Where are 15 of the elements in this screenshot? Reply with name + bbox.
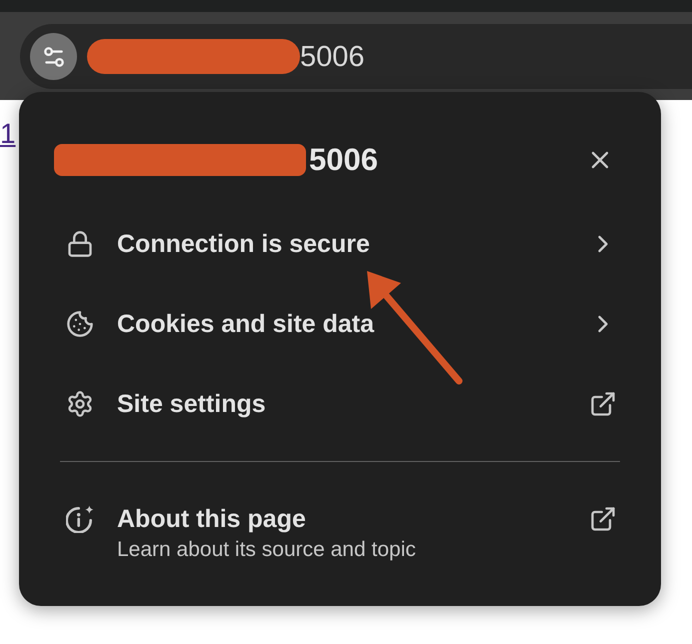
external-link-icon bbox=[589, 390, 617, 418]
cookie-icon bbox=[66, 310, 94, 338]
external-link-icon bbox=[589, 505, 617, 533]
address-bar[interactable]: 5006 bbox=[20, 24, 692, 89]
gear-icon bbox=[66, 390, 94, 418]
site-info-button[interactable] bbox=[30, 33, 77, 80]
menu-item[interactable]: About this page Learn about its source and topic bbox=[19, 503, 661, 565]
info-sparkle-icon bbox=[66, 505, 94, 533]
menu-item[interactable]: Cookies and site data bbox=[19, 284, 661, 364]
url-text: 5006 bbox=[300, 40, 365, 74]
menu-item[interactable]: Site settings bbox=[19, 364, 661, 444]
page-link[interactable]: 1 bbox=[0, 118, 16, 149]
menu-item[interactable]: Connection is secure bbox=[19, 204, 661, 284]
popup-title: 5006 bbox=[309, 142, 378, 178]
lock-icon bbox=[66, 230, 94, 258]
